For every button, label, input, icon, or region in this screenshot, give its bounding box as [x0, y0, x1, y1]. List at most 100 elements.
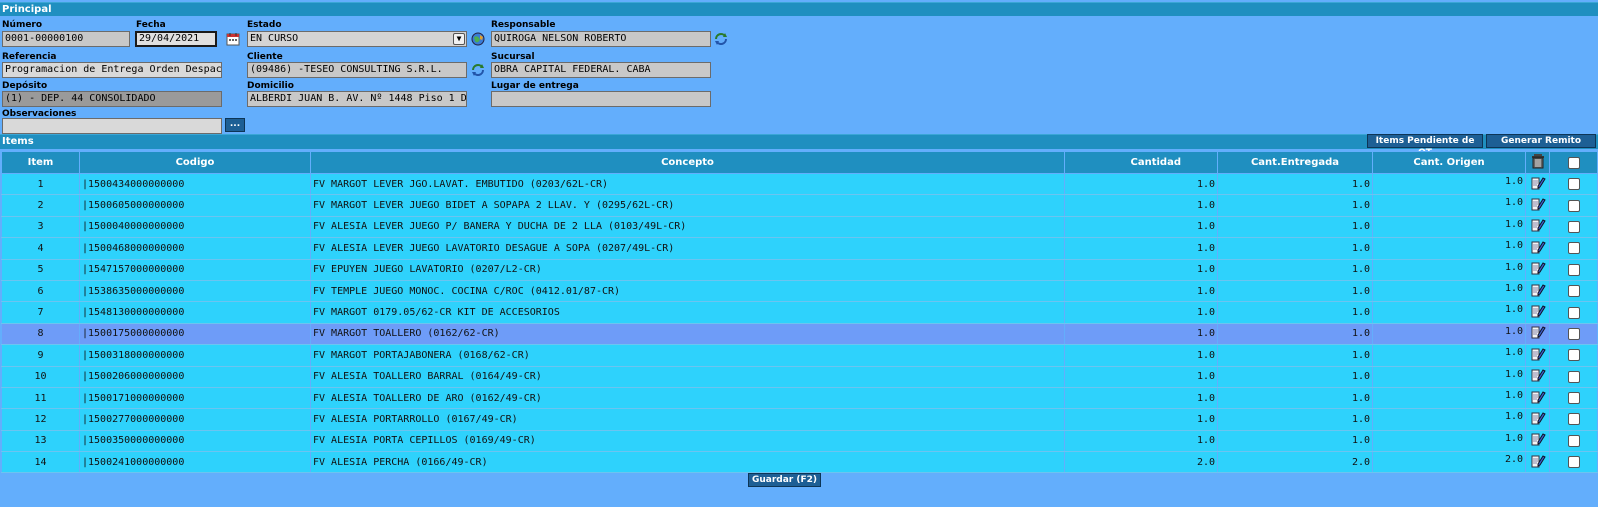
- domicilio-field[interactable]: ALBERDI JUAN B. AV. Nº 1448 Piso 1 Depto: [247, 91, 467, 107]
- cell-cant-origen: 1.0: [1372, 301, 1526, 324]
- row-checkbox[interactable]: [1567, 392, 1580, 405]
- row-checkbox[interactable]: [1567, 349, 1580, 362]
- row-checkbox[interactable]: [1567, 370, 1580, 383]
- cell-cantidad: 1.0: [1064, 301, 1218, 324]
- cell-cant-origen: 1.0: [1372, 259, 1526, 281]
- table-header-row: Item Codigo Concepto Cantidad Cant.Entre…: [1, 151, 1598, 174]
- fecha-field[interactable]: 29/04/2021: [135, 31, 217, 47]
- sucursal-field[interactable]: OBRA CAPITAL FEDERAL. CABA: [491, 62, 711, 78]
- cell-concepto: FV ALESIA PORTARROLLO (0167/49-CR): [310, 408, 1065, 431]
- referencia-field[interactable]: Programacion de Entrega Orden Despacho: [2, 62, 222, 78]
- save-button[interactable]: Guardar (F2): [748, 473, 821, 487]
- cell-codigo: |1500605000000000: [79, 194, 311, 217]
- edit-icon[interactable]: [1530, 346, 1546, 365]
- edit-icon[interactable]: [1530, 239, 1546, 258]
- cell-concepto: FV MARGOT LEVER JGO.LAVAT. EMBUTIDO (020…: [310, 173, 1065, 196]
- chevron-down-icon: ▼: [453, 33, 465, 45]
- row-checkbox[interactable]: [1567, 306, 1580, 319]
- table-row[interactable]: 2 |1500605000000000 FV MARGOT LEVER JUEGO …: [1, 194, 1598, 217]
- col-header-codigo[interactable]: Codigo: [79, 151, 311, 174]
- table-row[interactable]: 6 |1538635000000000 FV TEMPLE JUEGO MONOC.…: [1, 280, 1598, 303]
- cell-cant-entregada: 1.0: [1217, 237, 1373, 260]
- deposito-field[interactable]: (1) - DEP. 44 CONSOLIDADO: [2, 91, 222, 107]
- cell-codigo: |1500468000000000: [79, 237, 311, 260]
- edit-icon[interactable]: [1530, 196, 1546, 215]
- lugar-entrega-field[interactable]: [491, 91, 711, 107]
- edit-icon[interactable]: [1530, 453, 1546, 472]
- edit-icon[interactable]: [1530, 324, 1546, 343]
- table-row[interactable]: 3 |1500040000000000 FV ALESIA LEVER JUEGO …: [1, 216, 1598, 239]
- table-row[interactable]: 14 |1500241000000000 FV ALESIA PERCHA (016…: [1, 451, 1598, 474]
- cell-cantidad: 1.0: [1064, 194, 1218, 217]
- cell-cant-entregada: 1.0: [1217, 173, 1373, 196]
- edit-icon[interactable]: [1530, 282, 1546, 301]
- table-row[interactable]: 1 |1500434000000000 FV MARGOT LEVER JGO.LA…: [1, 173, 1598, 196]
- edit-icon[interactable]: [1530, 217, 1546, 236]
- cell-cant-entregada: 1.0: [1217, 387, 1373, 410]
- row-checkbox[interactable]: [1567, 456, 1580, 469]
- col-header-cant-origen[interactable]: Cant. Origen: [1372, 151, 1526, 174]
- deposito-label: Depósito: [2, 81, 48, 91]
- row-checkbox[interactable]: [1567, 220, 1580, 233]
- cell-cant-entregada: 1.0: [1217, 194, 1373, 217]
- generar-remito-button[interactable]: Generar Remito: [1486, 134, 1596, 148]
- col-header-cantidad[interactable]: Cantidad: [1064, 151, 1218, 174]
- edit-icon[interactable]: [1530, 431, 1546, 450]
- cell-item: 2: [1, 194, 80, 217]
- cell-select: [1549, 237, 1598, 260]
- col-header-cant-entregada[interactable]: Cant.Entregada: [1217, 151, 1373, 174]
- row-checkbox[interactable]: [1567, 242, 1580, 255]
- cell-codigo: |1500318000000000: [79, 344, 311, 367]
- col-header-item[interactable]: Item: [1, 151, 80, 174]
- items-pendiente-button[interactable]: Items Pendiente de OT: [1367, 134, 1483, 158]
- cell-item: 7: [1, 301, 80, 324]
- row-checkbox[interactable]: [1567, 263, 1580, 276]
- col-header-concepto[interactable]: Concepto: [310, 151, 1065, 174]
- responsable-field[interactable]: QUIROGA NELSON ROBERTO: [491, 31, 711, 47]
- table-row[interactable]: 10 |1500206000000000 FV ALESIA TOALLERO BA…: [1, 366, 1598, 388]
- table-row[interactable]: 5 |1547157000000000 FV EPUYEN JUEGO LAVATO…: [1, 259, 1598, 281]
- row-checkbox[interactable]: [1567, 327, 1580, 340]
- domicilio-label: Domicilio: [247, 81, 294, 91]
- cell-item: 9: [1, 344, 80, 367]
- row-checkbox[interactable]: [1567, 434, 1580, 447]
- cell-concepto: FV ALESIA LEVER JUEGO P/ BANERA Y DUCHA …: [310, 216, 1065, 239]
- row-checkbox[interactable]: [1567, 178, 1580, 191]
- row-checkbox[interactable]: [1567, 199, 1580, 212]
- table-row[interactable]: 7 |1548130000000000 FV MARGOT 0179.05/62-C…: [1, 301, 1598, 324]
- cell-select: [1549, 366, 1598, 388]
- refresh-icon[interactable]: [470, 62, 486, 78]
- globe-icon[interactable]: [470, 31, 486, 47]
- estado-select[interactable]: EN CURSO ▼: [247, 31, 467, 47]
- edit-icon[interactable]: [1530, 410, 1546, 429]
- calendar-icon[interactable]: [225, 31, 241, 47]
- refresh-icon[interactable]: [713, 31, 729, 47]
- edit-icon[interactable]: [1530, 303, 1546, 322]
- trash-icon[interactable]: [1531, 153, 1545, 172]
- table-row[interactable]: 11 |1500171000000000 FV ALESIA TOALLERO DE…: [1, 387, 1598, 410]
- table-row[interactable]: 12 |1500277000000000 FV ALESIA PORTARROLLO…: [1, 408, 1598, 431]
- table-row[interactable]: 9 |1500318000000000 FV MARGOT PORTAJABONER…: [1, 344, 1598, 367]
- cell-item: 12: [1, 408, 80, 431]
- numero-field[interactable]: 0001-00000100: [2, 31, 130, 47]
- cell-select: [1549, 344, 1598, 367]
- edit-icon[interactable]: [1530, 260, 1546, 279]
- observaciones-more-button[interactable]: ...: [225, 118, 245, 132]
- cell-select: [1549, 173, 1598, 196]
- cliente-field[interactable]: (09486) -TESEO CONSULTING S.R.L.: [247, 62, 467, 78]
- edit-icon[interactable]: [1530, 367, 1546, 386]
- cell-codigo: |1500241000000000: [79, 451, 311, 474]
- cell-codigo: |1500171000000000: [79, 387, 311, 410]
- select-all-checkbox[interactable]: [1567, 156, 1580, 169]
- table-row[interactable]: 8 |1500175000000000 FV MARGOT TOALLERO (01…: [1, 323, 1598, 346]
- cell-cantidad: 1.0: [1064, 280, 1218, 303]
- cell-codigo: |1500277000000000: [79, 408, 311, 431]
- row-checkbox[interactable]: [1567, 285, 1580, 298]
- row-checkbox[interactable]: [1567, 413, 1580, 426]
- edit-icon[interactable]: [1530, 389, 1546, 408]
- col-header-delete: [1525, 151, 1550, 174]
- table-row[interactable]: 13 |1500350000000000 FV ALESIA PORTA CEPIL…: [1, 430, 1598, 453]
- table-row[interactable]: 4 |1500468000000000 FV ALESIA LEVER JUEGO …: [1, 237, 1598, 260]
- observaciones-field[interactable]: [2, 118, 222, 134]
- edit-icon[interactable]: [1530, 175, 1546, 194]
